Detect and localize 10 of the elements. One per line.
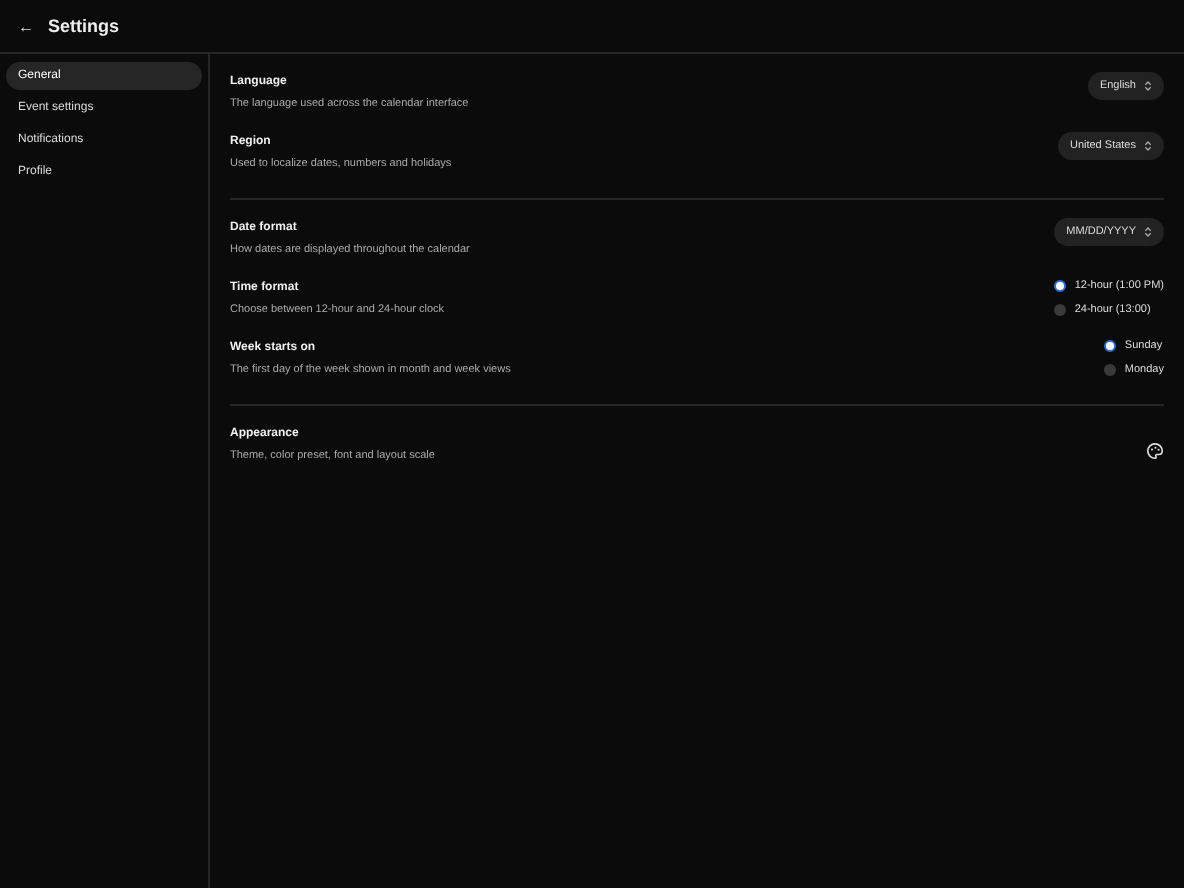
page-title: Settings — [48, 16, 120, 36]
chevron-icon — [1144, 80, 1152, 92]
palette-icon[interactable] — [1146, 442, 1164, 460]
radio-button[interactable] — [1104, 364, 1117, 376]
radio-button[interactable] — [1054, 280, 1067, 292]
radio-button[interactable] — [1054, 304, 1067, 316]
chevron-icon — [1144, 226, 1152, 238]
back-button[interactable]: ← — [18, 17, 34, 35]
radio-button[interactable] — [1104, 340, 1117, 352]
chevron-icon — [1144, 140, 1152, 152]
